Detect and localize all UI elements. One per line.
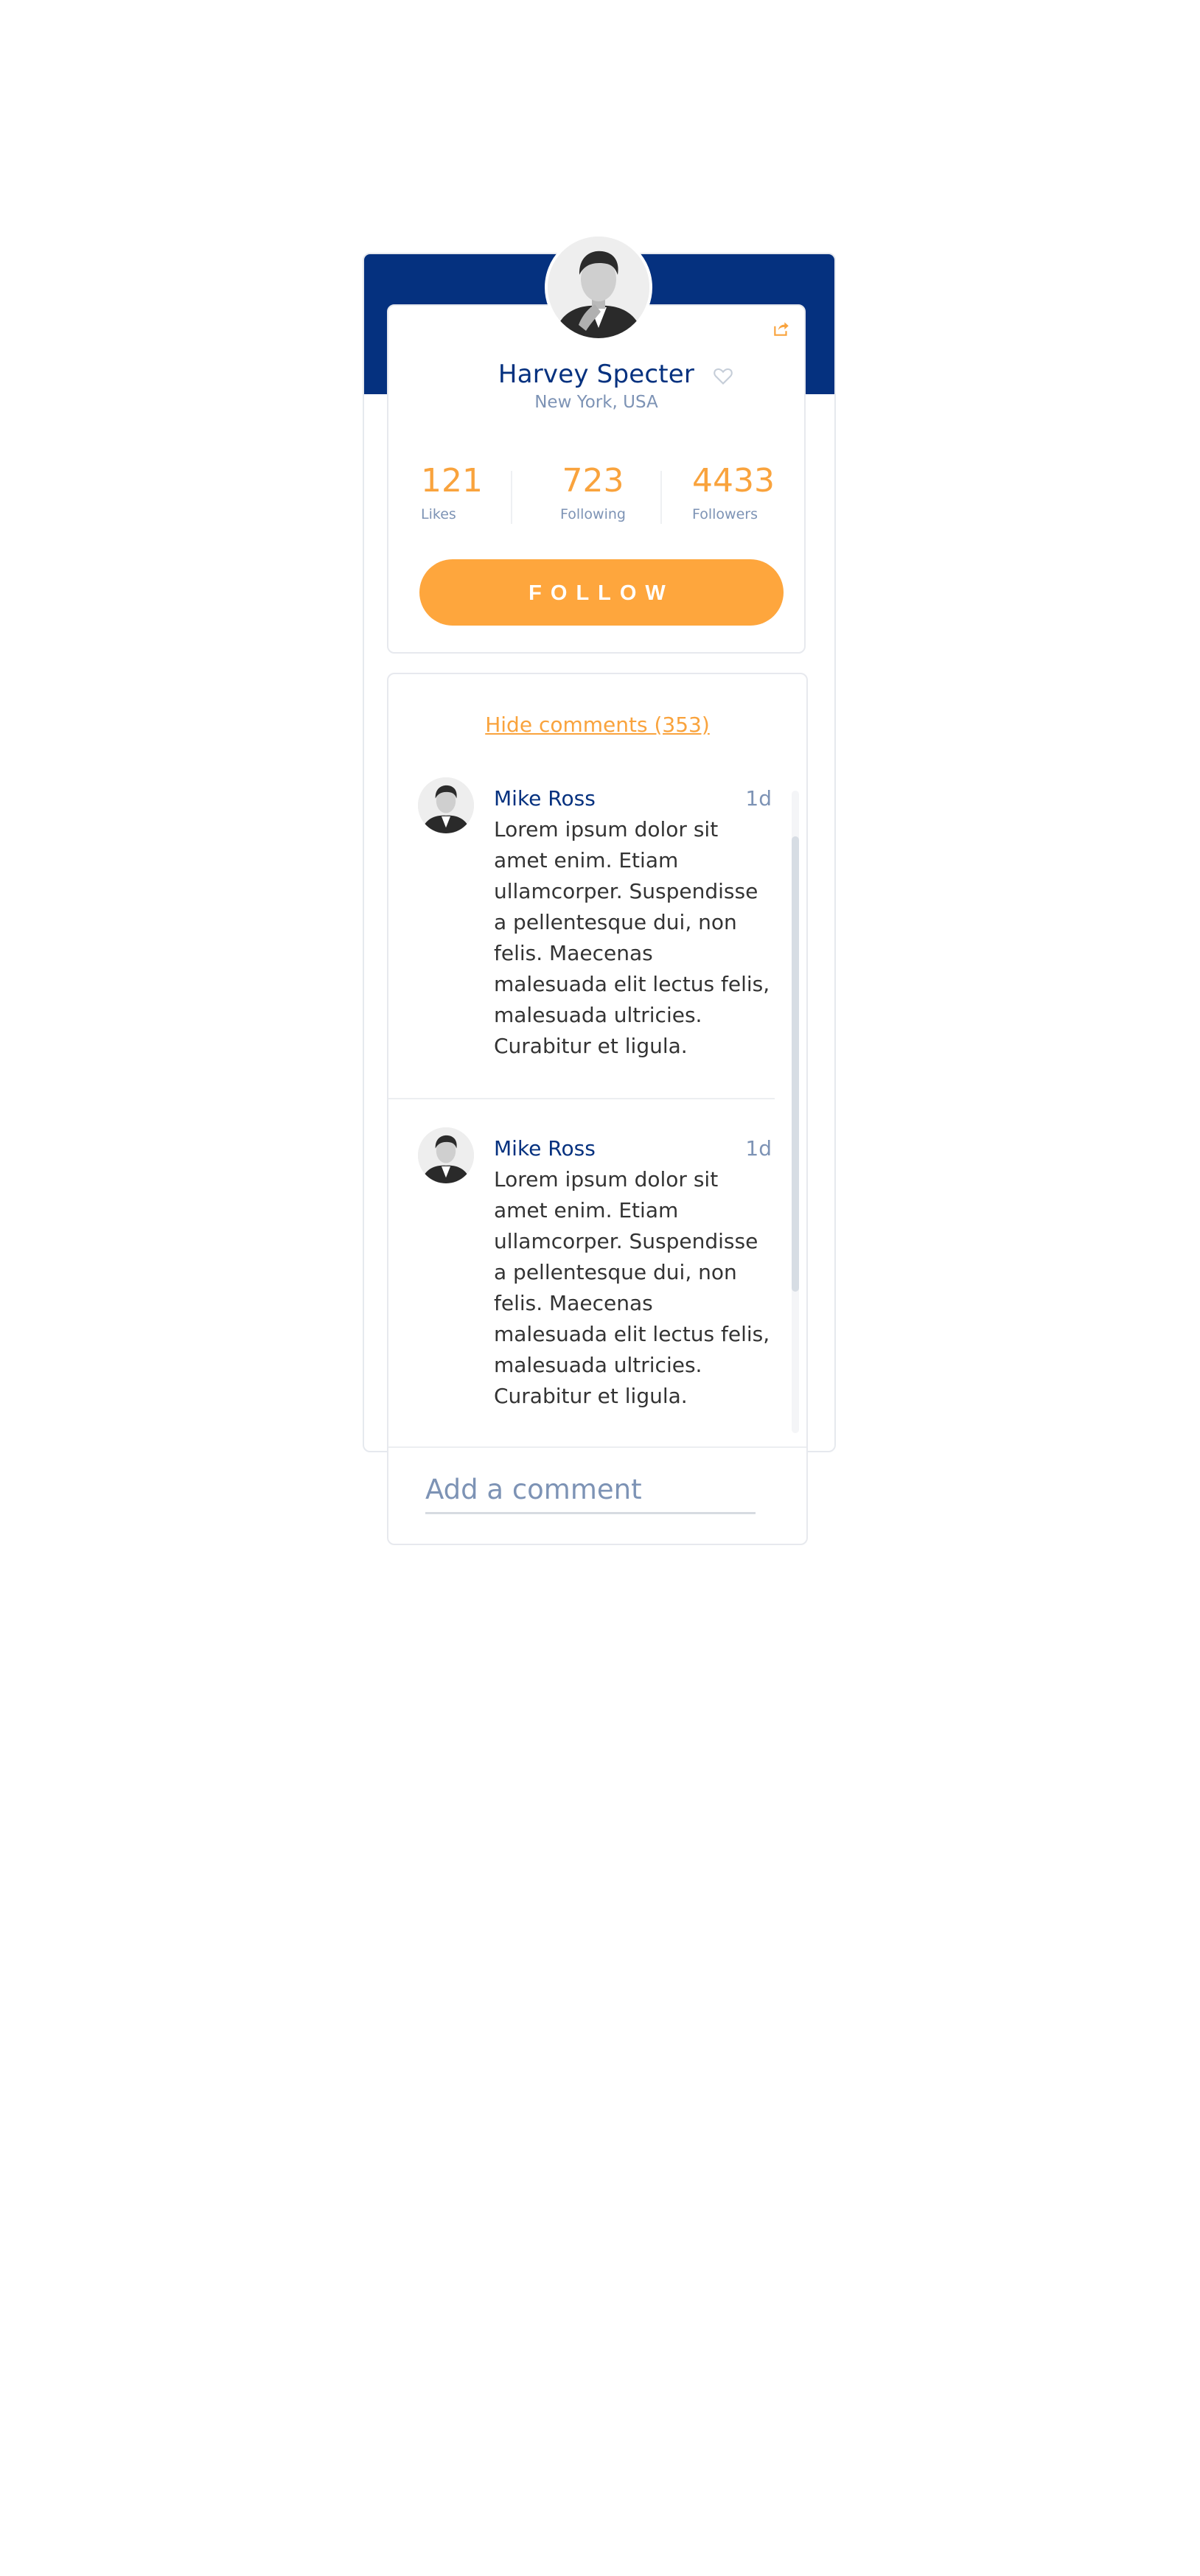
stat-likes-value: 121 — [421, 462, 483, 500]
stat-following-label: Following — [560, 506, 626, 522]
stat-divider — [660, 471, 662, 524]
avatar[interactable] — [418, 777, 474, 833]
follow-button[interactable]: FOLLOW — [419, 559, 784, 626]
stat-followers-label: Followers — [692, 506, 758, 522]
avatar-photo — [418, 1127, 474, 1183]
add-comment-input[interactable] — [425, 1466, 756, 1514]
comment-text: Lorem ipsum dolor sit amet enim. Etiam u… — [494, 1167, 770, 1408]
profile-card: Harvey Specter New York, USA 121 Likes 7… — [387, 304, 806, 654]
stat-following-value: 723 — [562, 462, 624, 500]
comment-author[interactable]: Mike Ross — [494, 786, 596, 811]
comment-time: 1d — [745, 786, 772, 811]
avatar-photo — [548, 237, 649, 338]
stat-followers-value: 4433 — [692, 462, 775, 500]
comment-item: Mike Ross 1d Lorem ipsum dolor sit amet … — [388, 777, 779, 1058]
profile-location: New York, USA — [534, 393, 658, 412]
profile-name: Harvey Specter — [498, 360, 695, 389]
avatar[interactable] — [418, 1127, 474, 1183]
input-separator — [388, 1446, 806, 1448]
comments-card: Hide comments (353) Mike Ross 1d Lorem i… — [387, 673, 808, 1545]
stat-divider — [511, 471, 512, 524]
stat-following: 723 Following — [560, 462, 626, 523]
comments-scrollbar[interactable] — [792, 791, 799, 1433]
avatar-photo — [418, 777, 474, 833]
comment-separator — [388, 1098, 775, 1099]
share-icon[interactable] — [772, 319, 791, 338]
profile-avatar — [545, 234, 652, 341]
comment-time: 1d — [745, 1136, 772, 1161]
heart-icon[interactable] — [713, 366, 733, 385]
comment-author[interactable]: Mike Ross — [494, 1136, 596, 1161]
scrollbar-thumb[interactable] — [792, 836, 799, 1292]
stat-followers: 4433 Followers — [692, 462, 775, 523]
stat-likes: 121 Likes — [421, 462, 483, 523]
comment-item: Mike Ross 1d Lorem ipsum dolor sit amet … — [388, 1127, 779, 1408]
comment-text: Lorem ipsum dolor sit amet enim. Etiam u… — [494, 817, 770, 1058]
hide-comments-link[interactable]: Hide comments (353) — [388, 713, 806, 737]
stat-likes-label: Likes — [421, 506, 456, 522]
